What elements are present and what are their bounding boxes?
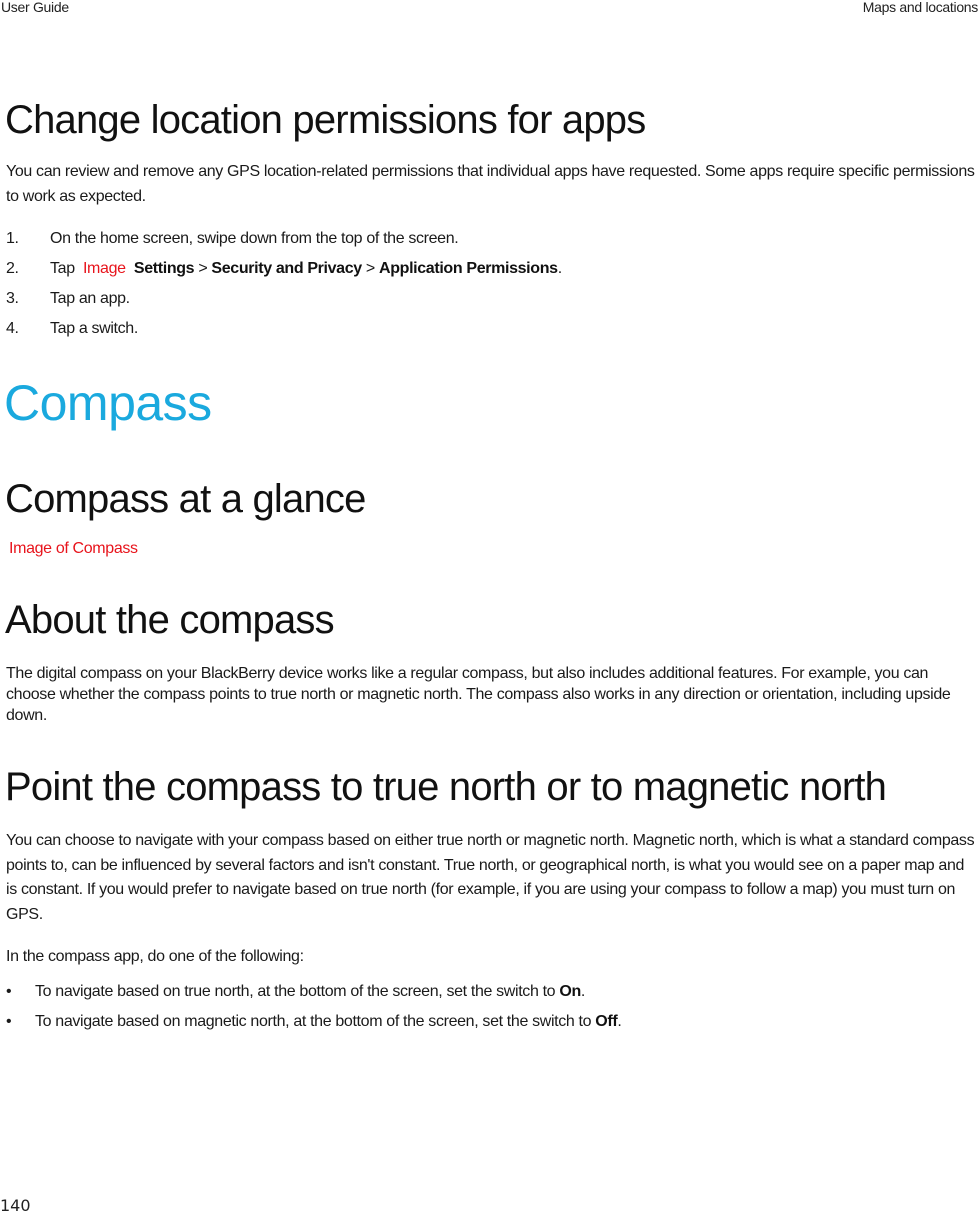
- switch-off-label: Off: [595, 1013, 618, 1030]
- chapter-title: Compass: [4, 375, 212, 431]
- bullet-true-north: • To navigate based on true north, at the…: [6, 983, 585, 1001]
- step-4: 4. Tap a switch.: [6, 320, 138, 338]
- running-header-right: Maps and locations: [862, 0, 979, 15]
- bullet-marker: •: [6, 983, 12, 1000]
- path-settings: Settings: [133, 260, 195, 277]
- switch-on-label: On: [559, 983, 581, 1000]
- running-header-left: User Guide: [1, 0, 69, 15]
- section-title-glance: Compass at a glance: [5, 477, 366, 521]
- step-number: 3.: [6, 290, 19, 307]
- about-body: The digital compass on your BlackBerry d…: [6, 665, 951, 724]
- image-placeholder-icon: Image: [82, 260, 126, 277]
- point-body: You can choose to navigate with your com…: [6, 832, 975, 923]
- bullet-magnetic-north: • To navigate based on magnetic north, at…: [6, 1013, 622, 1031]
- bullet-text: To navigate based on true north, at the …: [35, 983, 560, 1000]
- path-separator: >: [194, 260, 212, 277]
- path-security-privacy: Security and Privacy: [211, 260, 362, 277]
- page-number: 140: [0, 1196, 31, 1215]
- section-title-permissions: Change location permissions for apps: [5, 98, 646, 142]
- section-title-point: Point the compass to true north or to ma…: [5, 765, 887, 809]
- bullet-marker: •: [6, 1013, 12, 1030]
- bullet-text: To navigate based on magnetic north, at …: [35, 1013, 596, 1030]
- compass-image-placeholder: Image of Compass: [9, 540, 138, 557]
- step-3: 3. Tap an app.: [6, 290, 130, 308]
- bullet-suffix: .: [617, 1013, 622, 1030]
- step-1: 1. On the home screen, swipe down from th…: [6, 230, 459, 248]
- step-text: Tap a switch.: [50, 320, 138, 337]
- path-separator: >: [361, 260, 380, 277]
- step-2: 2. Tap Image Settings > Security and Priv…: [6, 260, 562, 278]
- step-number: 2.: [6, 260, 19, 277]
- step-number: 1.: [6, 230, 19, 247]
- path-application-permissions: Application Permissions: [379, 260, 558, 277]
- permissions-intro: You can review and remove any GPS locati…: [6, 163, 975, 205]
- point-lead: In the compass app, do one of the follow…: [6, 948, 304, 965]
- step-text: On the home screen, swipe down from the …: [50, 230, 459, 247]
- step-number: 4.: [6, 320, 19, 337]
- section-title-about: About the compass: [5, 598, 335, 642]
- step-suffix: .: [557, 260, 562, 277]
- step-text-prefix: Tap: [50, 260, 79, 277]
- bullet-suffix: .: [580, 983, 585, 1000]
- step-text: Tap an app.: [50, 290, 130, 307]
